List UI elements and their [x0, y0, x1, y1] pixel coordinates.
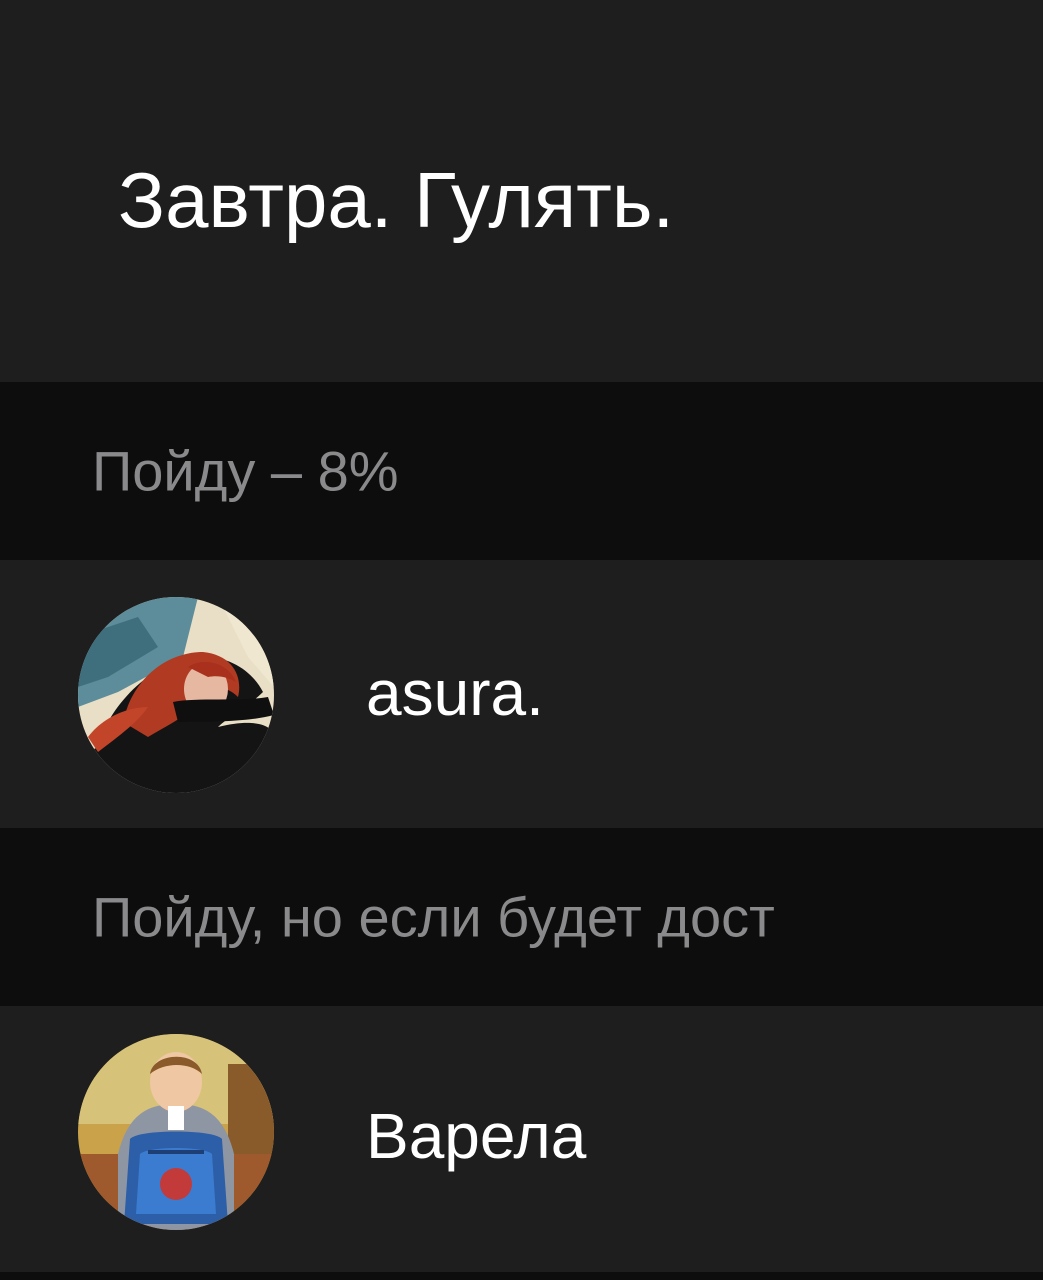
voter-row[interactable]: Варела [0, 1006, 1043, 1276]
voter-row[interactable]: asura. [0, 560, 1043, 830]
voter-name: asura. [366, 657, 544, 729]
poll-question: Завтра. Гулять. [118, 156, 675, 244]
voter-name: Варела [366, 1100, 587, 1172]
bottom-divider [0, 1272, 1043, 1280]
option-section-header: Пойду – 8% [0, 382, 1043, 560]
poll-results-screen: Завтра. Гулять. Пойду – 8% asura. Пойду,… [0, 0, 1043, 1280]
avatar[interactable] [78, 1034, 274, 1230]
poll-header: Завтра. Гулять. [0, 0, 1043, 382]
avatar-image-varela [78, 1034, 274, 1230]
option-title: Пойду, но если будет дост [92, 885, 775, 949]
avatar[interactable] [78, 597, 274, 793]
option-section-header: Пойду, но если будет дост [0, 828, 1043, 1006]
avatar-image-asura [78, 597, 274, 793]
option-title: Пойду – 8% [92, 439, 399, 503]
